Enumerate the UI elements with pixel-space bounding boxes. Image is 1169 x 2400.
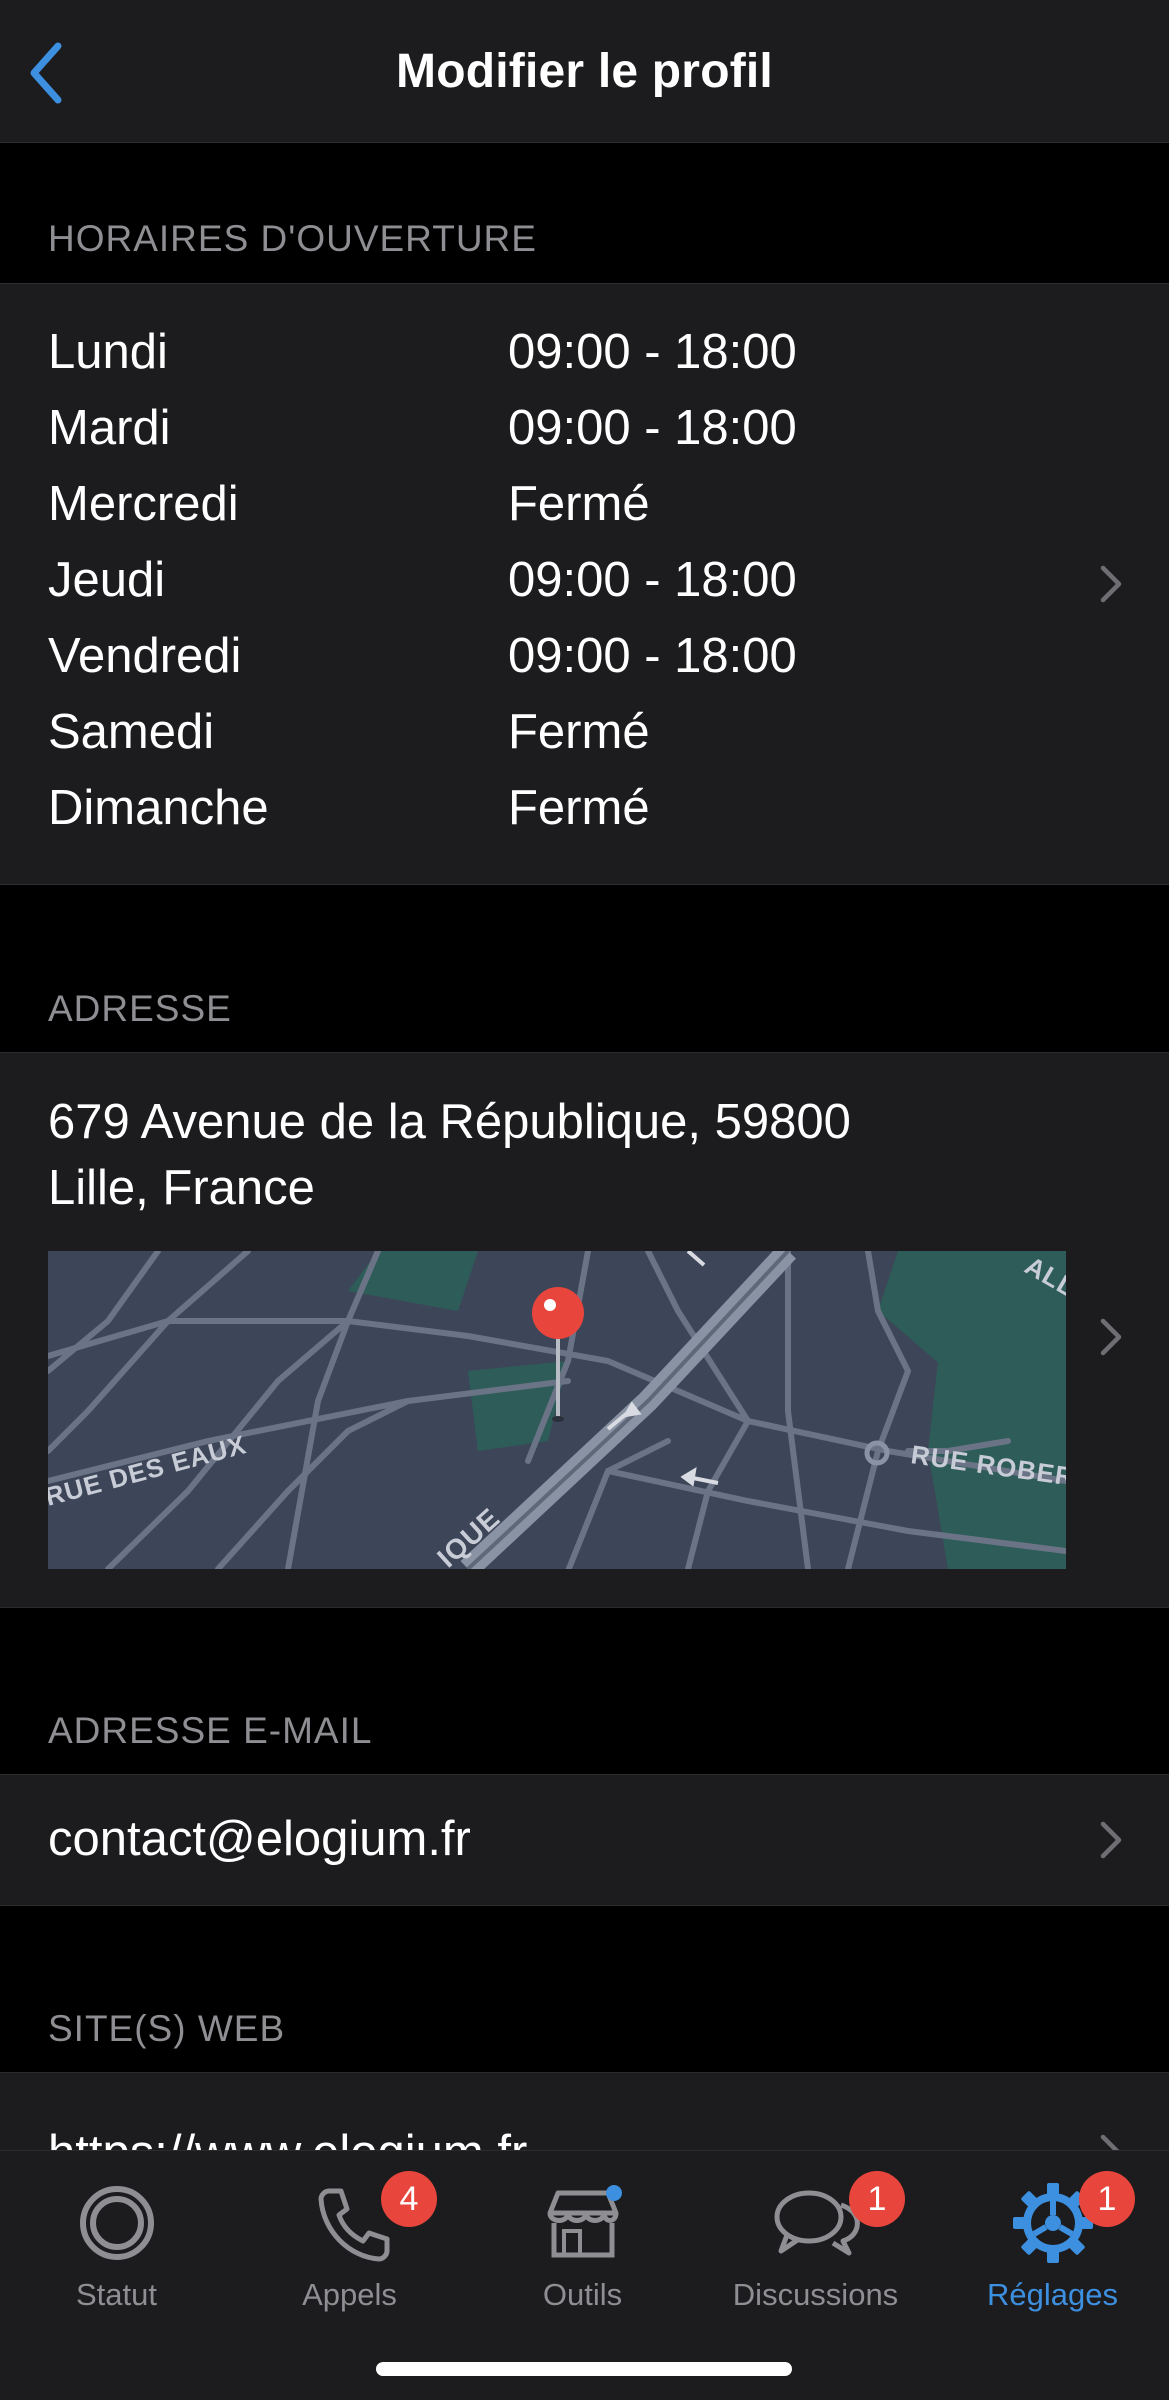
- address-line-2: Lille, France: [48, 1161, 315, 1215]
- section-header-address: ADRESSE: [48, 988, 232, 1029]
- chevron-right-icon: [1100, 565, 1122, 603]
- map-image: RUE DES EAUX RUE ROBER IQUE ALL: [48, 1251, 1066, 1569]
- hours-cell[interactable]: Lundi 09:00 - 18:00 Mardi 09:00 - 18:00 …: [0, 283, 1169, 885]
- screen: Modifier le profil HORAIRES D'OUVERTURE …: [0, 0, 1169, 2400]
- map-preview[interactable]: RUE DES EAUX RUE ROBER IQUE ALL: [48, 1251, 1066, 1569]
- tab-label: Statut: [76, 2277, 157, 2312]
- tab-label: Réglages: [987, 2277, 1118, 2312]
- email-value: contact@elogium.fr: [48, 1812, 471, 1866]
- time-value: 09:00 - 18:00: [508, 629, 797, 683]
- address-text: 679 Avenue de la République, 59800 Lille…: [48, 1089, 1048, 1221]
- tab-appels[interactable]: 4 Appels: [233, 2165, 466, 2325]
- section-header-web: SITE(S) WEB: [48, 2008, 286, 2049]
- address-line-1: 679 Avenue de la République, 59800: [48, 1095, 851, 1149]
- tab-discussions[interactable]: 1 Discussions: [699, 2165, 932, 2325]
- day-label: Dimanche: [48, 781, 269, 835]
- day-label: Mardi: [48, 401, 171, 455]
- badge: 1: [849, 2171, 905, 2227]
- time-value: Fermé: [508, 477, 650, 531]
- time-value: Fermé: [508, 781, 650, 835]
- day-label: Jeudi: [48, 553, 166, 607]
- tab-outils[interactable]: Outils: [466, 2165, 699, 2325]
- tab-label: Discussions: [732, 2277, 899, 2312]
- email-cell[interactable]: contact@elogium.fr: [0, 1774, 1169, 1906]
- tab-label: Outils: [542, 2277, 623, 2312]
- time-value: 09:00 - 18:00: [508, 325, 797, 379]
- store-icon: [547, 2185, 622, 2258]
- badge: 1: [1079, 2171, 1135, 2227]
- home-indicator[interactable]: [376, 2362, 792, 2376]
- section-header-hours: HORAIRES D'OUVERTURE: [48, 218, 537, 259]
- address-cell[interactable]: 679 Avenue de la République, 59800 Lille…: [0, 1052, 1169, 1608]
- status-icon: [79, 2186, 154, 2260]
- section-header-email: ADRESSE E-MAIL: [48, 1710, 373, 1751]
- tab-reglages[interactable]: 1 Réglages: [936, 2165, 1169, 2325]
- time-value: 09:00 - 18:00: [508, 401, 797, 455]
- badge: 4: [381, 2171, 437, 2227]
- day-label: Mercredi: [48, 477, 239, 531]
- chevron-right-icon: [1100, 1821, 1122, 1859]
- day-label: Samedi: [48, 705, 215, 759]
- navigation-bar: Modifier le profil: [0, 0, 1169, 143]
- day-label: Vendredi: [48, 629, 242, 683]
- page-title: Modifier le profil: [396, 45, 773, 98]
- time-value: Fermé: [508, 705, 650, 759]
- tab-label: Appels: [302, 2277, 397, 2312]
- chevron-right-icon: [1100, 1318, 1122, 1356]
- tab-statut[interactable]: Statut: [0, 2165, 233, 2325]
- time-value: 09:00 - 18:00: [508, 553, 797, 607]
- day-label: Lundi: [48, 325, 168, 379]
